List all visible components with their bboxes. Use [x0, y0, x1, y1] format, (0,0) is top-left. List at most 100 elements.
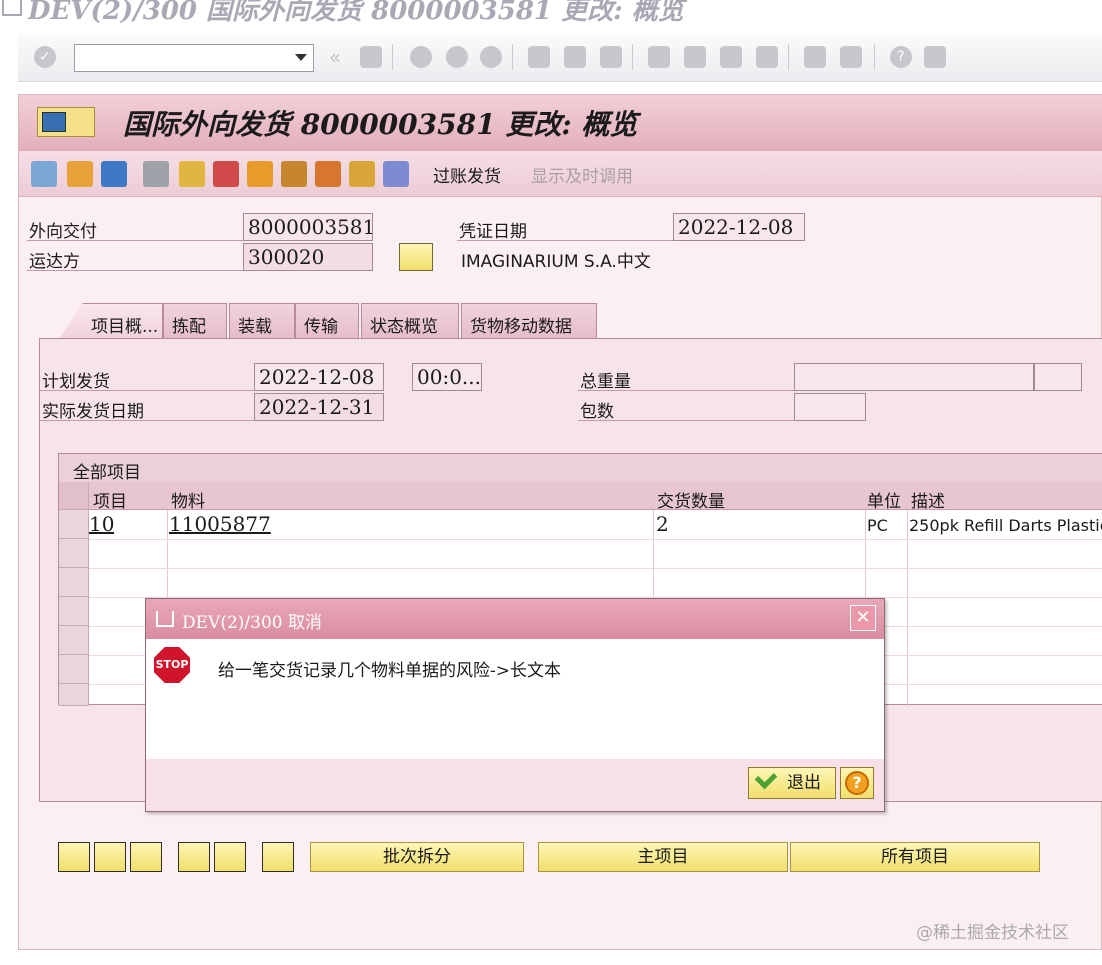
- row-selector[interactable]: [59, 510, 89, 539]
- quantity-cell[interactable]: 2: [656, 512, 669, 536]
- table-header: 项目 物料 交货数量 单位 描述: [59, 482, 1102, 512]
- exit-icon[interactable]: [446, 46, 468, 68]
- column-header-description[interactable]: 描述: [911, 487, 945, 512]
- display-timely-button: 显示及时调用: [531, 167, 633, 187]
- select-all-icon[interactable]: [94, 842, 126, 872]
- exit-button[interactable]: 退出: [748, 766, 836, 799]
- planned-gi-label: 计划发货: [42, 372, 110, 392]
- main-items-label: 主项目: [637, 847, 689, 867]
- output-icon[interactable]: [383, 161, 409, 187]
- insert-row-icon[interactable]: [178, 842, 210, 872]
- outbound-delivery-field[interactable]: 8000003581: [243, 213, 373, 241]
- tab-item-overview[interactable]: 项目概...: [59, 303, 163, 339]
- delete-row-icon[interactable]: [214, 842, 246, 872]
- unit-cell[interactable]: PC: [867, 516, 888, 535]
- outbound-delivery-label: 外向交付: [29, 222, 97, 242]
- find-next-icon[interactable]: [600, 46, 622, 68]
- screen-header: 国际外向发货 8000003581 更改: 概览: [19, 95, 1102, 151]
- messages-icon[interactable]: [247, 161, 273, 187]
- dialog-body: STOP 给一笔交货记录几个物料单据的风险->长文本: [146, 639, 884, 759]
- packages-field[interactable]: [794, 393, 866, 421]
- window-title: DEV(2)/300 国际外向发货 8000003581 更改: 概览: [28, 0, 684, 26]
- batch-split-button[interactable]: 批次拆分: [310, 842, 524, 872]
- actual-gi-date-field[interactable]: 2022-12-31: [254, 393, 384, 421]
- partner-icon[interactable]: [179, 161, 205, 187]
- all-items-label: 所有项目: [881, 847, 949, 867]
- cancel-icon[interactable]: [480, 46, 502, 68]
- command-field[interactable]: [74, 44, 314, 72]
- post-goods-issue-button[interactable]: 过账发货: [433, 162, 501, 187]
- checkmark-icon: [754, 766, 778, 790]
- exit-label: 退出: [787, 773, 821, 793]
- item-action-bar: 批次拆分 主项目 所有项目: [58, 842, 1102, 874]
- other-delivery-icon[interactable]: [67, 161, 93, 187]
- texts-icon[interactable]: [315, 161, 341, 187]
- close-icon[interactable]: ✕: [850, 605, 876, 631]
- print-icon[interactable]: [528, 46, 550, 68]
- home-icon[interactable]: [349, 161, 375, 187]
- planned-gi-time-field[interactable]: 00:0...: [412, 363, 482, 391]
- planned-gi-date-field[interactable]: 2022-12-08: [254, 363, 384, 391]
- dialog-header: DEV(2)/300 取消 ✕: [146, 599, 884, 639]
- first-page-icon[interactable]: [648, 46, 670, 68]
- delete-icon[interactable]: [101, 161, 127, 187]
- main-items-button[interactable]: 主项目: [538, 842, 788, 872]
- chevron-down-icon[interactable]: [295, 54, 307, 61]
- description-cell[interactable]: 250pk Refill Darts Plastic Ca: [909, 516, 1102, 535]
- layout-menu-icon[interactable]: [924, 46, 946, 68]
- help-icon[interactable]: ?: [890, 46, 912, 68]
- new-session-icon[interactable]: [804, 46, 826, 68]
- previous-page-icon[interactable]: [684, 46, 706, 68]
- tab-transport[interactable]: 传输: [295, 303, 359, 339]
- save-icon[interactable]: [360, 46, 382, 68]
- column-header-material[interactable]: 物料: [171, 487, 205, 512]
- total-weight-field[interactable]: [794, 363, 1034, 391]
- row-selector[interactable]: [59, 568, 89, 597]
- back-arrow-icon[interactable]: «: [324, 46, 346, 68]
- deselect-all-icon[interactable]: [130, 842, 162, 872]
- column-header-item[interactable]: 项目: [93, 487, 127, 512]
- document-flow-icon[interactable]: [143, 161, 169, 187]
- address-detail-icon[interactable]: [399, 243, 433, 271]
- copy-icon[interactable]: [262, 842, 294, 872]
- find-icon[interactable]: [564, 46, 586, 68]
- enter-icon[interactable]: ✓: [34, 46, 56, 68]
- table-title: 全部项目: [59, 454, 1102, 483]
- packing-icon[interactable]: [281, 161, 307, 187]
- material-link[interactable]: 11005877: [169, 512, 271, 536]
- main-screen: 国际外向发货 8000003581 更改: 概览 过账发货 显示及时调用 外向交…: [18, 94, 1102, 950]
- dates-icon[interactable]: [213, 161, 239, 187]
- next-page-icon[interactable]: [720, 46, 742, 68]
- all-items-button[interactable]: 所有项目: [790, 842, 1040, 872]
- screen-icon: [42, 112, 66, 132]
- row-selector[interactable]: [59, 539, 89, 568]
- tab-picking[interactable]: 拣配: [163, 303, 227, 339]
- help-button[interactable]: ?: [840, 767, 874, 799]
- tab-loading[interactable]: 装载: [229, 303, 295, 339]
- column-header-quantity[interactable]: 交货数量: [657, 487, 725, 512]
- packages-label: 包数: [580, 402, 614, 422]
- question-icon: ?: [845, 771, 869, 795]
- stop-icon: STOP: [154, 647, 190, 683]
- weight-unit-field[interactable]: [1034, 363, 1082, 391]
- row-selector[interactable]: [59, 597, 89, 626]
- back-icon[interactable]: [410, 46, 432, 68]
- item-number-link[interactable]: 10: [89, 512, 114, 536]
- shortcut-icon[interactable]: [840, 46, 862, 68]
- display-change-icon[interactable]: [31, 161, 57, 187]
- system-toolbar: ✓ « ?: [18, 34, 1102, 82]
- column-header-unit[interactable]: 单位: [867, 487, 901, 512]
- document-date-field[interactable]: 2022-12-08: [673, 213, 805, 241]
- item-details-icon[interactable]: [58, 842, 90, 872]
- row-selector[interactable]: [59, 655, 89, 684]
- ship-to-label: 运达方: [29, 252, 80, 272]
- row-selector[interactable]: [59, 626, 89, 655]
- tab-status-overview[interactable]: 状态概览: [361, 303, 459, 339]
- cancel-dialog: DEV(2)/300 取消 ✕ STOP 给一笔交货记录几个物料单据的风险->长…: [145, 598, 885, 812]
- row-selector[interactable]: [59, 684, 89, 706]
- select-all-cell[interactable]: [59, 482, 89, 510]
- tab-goods-movement-data[interactable]: 货物移动数据: [461, 303, 597, 339]
- ship-to-field[interactable]: 300020: [243, 243, 373, 271]
- menu-button[interactable]: [37, 107, 95, 137]
- last-page-icon[interactable]: [756, 46, 778, 68]
